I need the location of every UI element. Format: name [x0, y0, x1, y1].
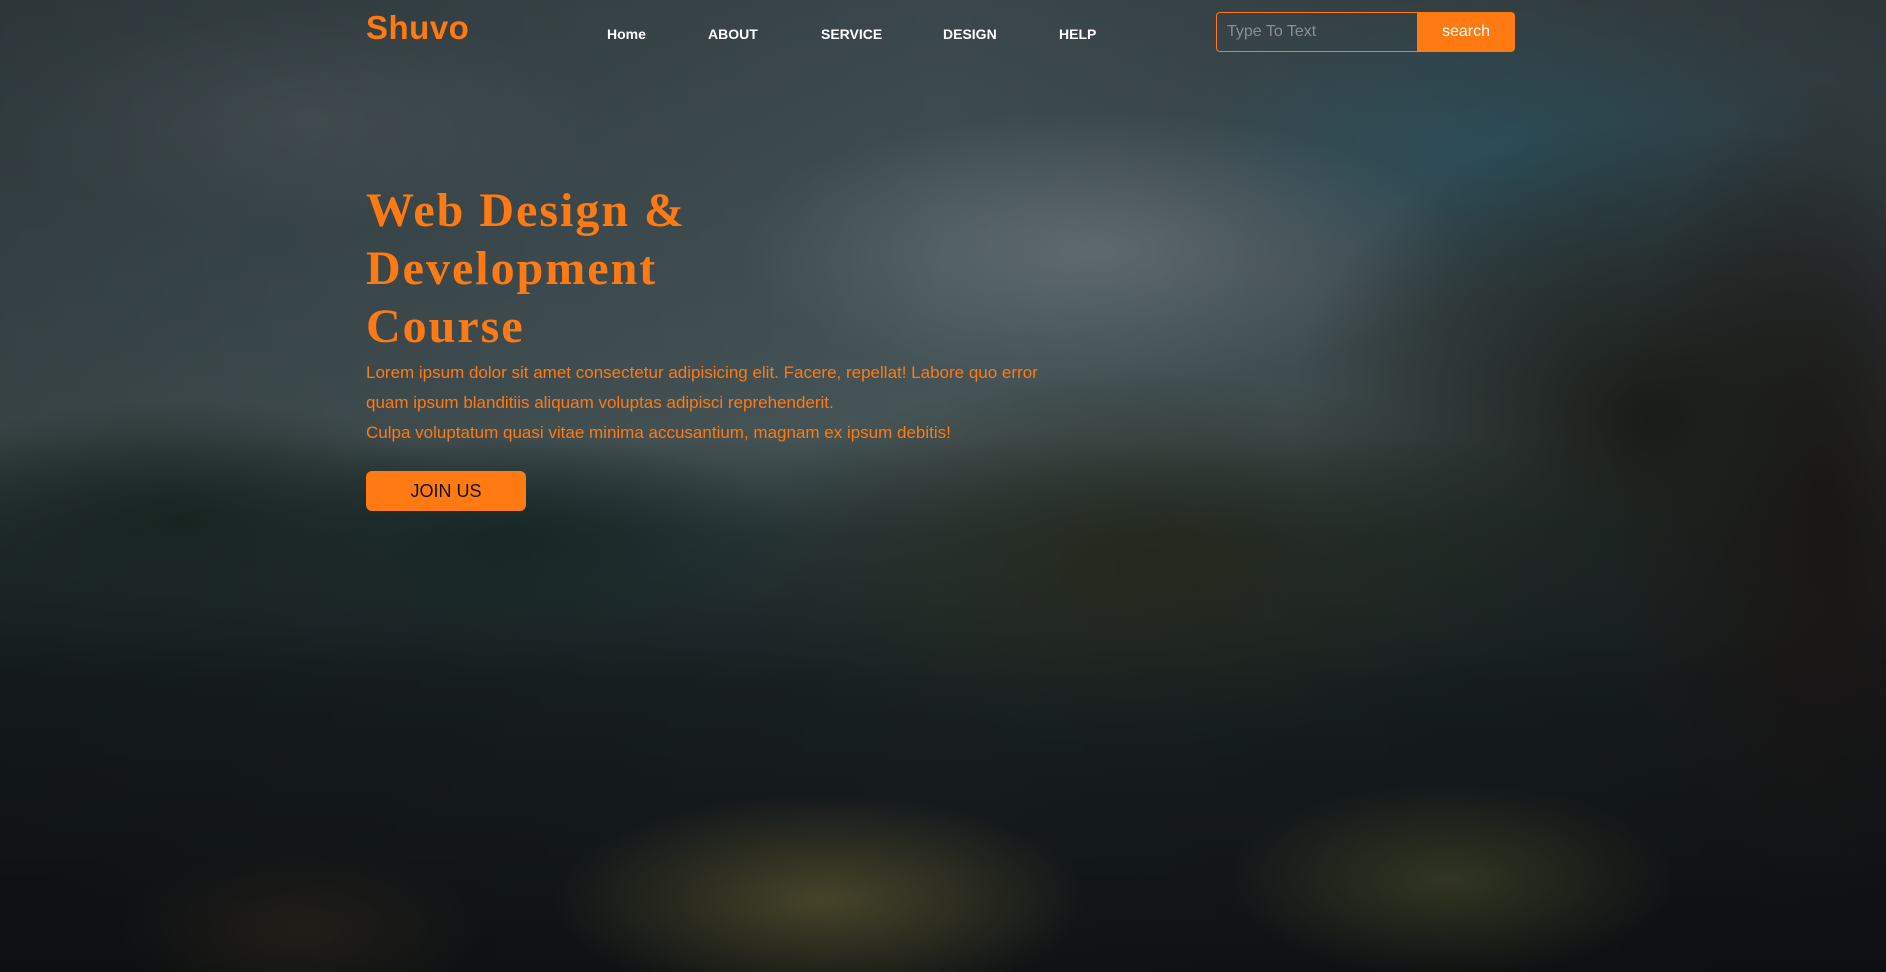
join-us-button[interactable]: JOIN US — [366, 471, 526, 511]
search-form: search — [1216, 12, 1515, 52]
nav-item-home[interactable]: Home — [607, 24, 646, 44]
hero-background-image — [0, 0, 1886, 972]
main-nav: Home ABOUT SERVICE DESIGN HELP — [0, 24, 1886, 44]
nav-item-design[interactable]: DESIGN — [943, 24, 997, 44]
hero-title-line: Web Design & — [366, 184, 687, 237]
hero-title: Web Design & Development Course — [366, 182, 926, 356]
hero-description-line: quam ipsum blanditiis aliquam voluptas a… — [366, 393, 834, 412]
background-overlay — [0, 0, 1886, 972]
hero-description-line: Lorem ipsum dolor sit amet consectetur a… — [366, 363, 1038, 382]
hero-description: Lorem ipsum dolor sit amet consectetur a… — [366, 358, 1146, 448]
search-button[interactable]: search — [1417, 12, 1515, 52]
nav-item-about[interactable]: ABOUT — [708, 24, 758, 44]
nav-item-service[interactable]: SERVICE — [821, 24, 882, 44]
hero-title-line: Course — [366, 300, 525, 353]
nav-item-help[interactable]: HELP — [1059, 24, 1096, 44]
hero-description-line: Culpa voluptatum quasi vitae minima accu… — [366, 423, 951, 442]
hero-title-line: Development — [366, 242, 658, 295]
search-input[interactable] — [1216, 12, 1417, 52]
